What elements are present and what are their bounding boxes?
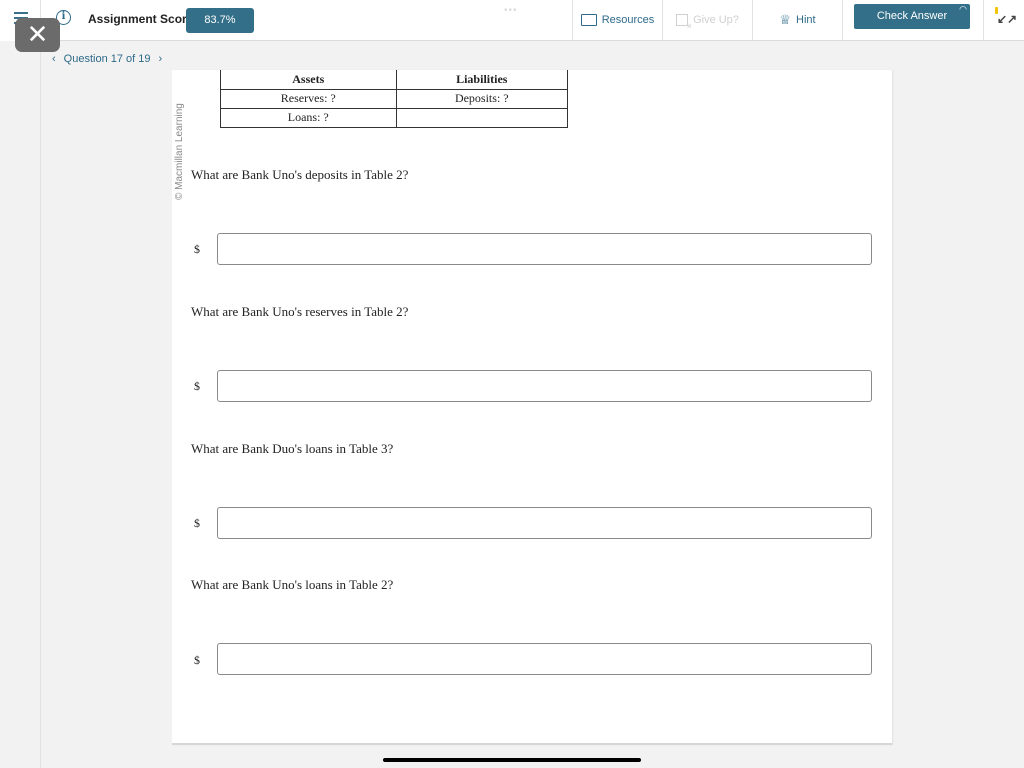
folder-icon <box>580 14 597 26</box>
question-counter[interactable]: Question 17 of 19 <box>64 53 151 65</box>
give-up-button[interactable]: Give Up? <box>662 0 752 40</box>
currency-label: $ <box>194 242 200 256</box>
table-cell: Deposits: ? <box>395 88 569 109</box>
prev-question-icon[interactable]: ‹ <box>52 53 56 65</box>
collapse-button[interactable]: ↙↗ <box>983 0 1024 40</box>
resources-label: Resources <box>601 14 655 26</box>
check-answer-label: Check Answer <box>876 10 948 22</box>
table-cell: Reserves: ? <box>220 88 397 109</box>
more-dots-icon: ••• <box>504 5 518 16</box>
resources-button[interactable]: Resources <box>572 0 662 40</box>
home-indicator-bar[interactable] <box>383 758 641 762</box>
question-navigator: ‹ Question 17 of 19 › <box>52 53 162 65</box>
hint-label: Hint <box>796 14 816 26</box>
close-button[interactable]: ✕ <box>15 18 60 52</box>
question-text: What are Bank Duo's loans in Table 3? <box>191 441 394 456</box>
next-question-icon[interactable]: › <box>159 53 163 65</box>
answer-input-reserves-uno[interactable] <box>217 370 872 402</box>
close-icon: ✕ <box>26 20 49 50</box>
question-text: What are Bank Uno's reserves in Table 2? <box>191 304 409 319</box>
table-row: Loans: ? <box>220 107 569 128</box>
currency-label: $ <box>194 379 200 393</box>
assignment-score-badge: 83.7% <box>186 8 254 33</box>
table-header: Liabilities <box>395 70 569 90</box>
assignment-score-label: Assignment Score: <box>88 12 198 26</box>
left-rail <box>0 0 41 768</box>
table-cell <box>395 107 569 128</box>
answer-input-loans-uno[interactable] <box>217 643 872 675</box>
answer-input-deposits-uno[interactable] <box>217 233 872 265</box>
collapse-arrows-icon: ↙↗ <box>997 12 1018 26</box>
hint-button[interactable]: ♕ Hint <box>752 0 842 40</box>
check-answer-button[interactable]: Check Answer ◠ <box>854 4 970 29</box>
table-cell: Loans: ? <box>220 107 397 128</box>
table-row: Reserves: ? Deposits: ? <box>220 88 569 109</box>
give-up-label: Give Up? <box>693 14 739 26</box>
answer-input-loans-duo[interactable] <box>217 507 872 539</box>
currency-label: $ <box>194 516 200 530</box>
table-header: Assets <box>220 70 397 90</box>
currency-label: $ <box>194 653 200 667</box>
question-text: What are Bank Uno's deposits in Table 2? <box>191 167 409 182</box>
balance-sheet-table: Assets Liabilities Reserves: ? Deposits:… <box>220 70 569 128</box>
copyright-label: © Macmillan Learning <box>174 103 185 200</box>
give-up-icon <box>676 14 692 31</box>
question-text: What are Bank Uno's loans in Table 2? <box>191 577 394 592</box>
lightbulb-icon: ♕ <box>779 12 792 27</box>
wifi-icon: ◠ <box>959 4 967 14</box>
table-header-row: Assets Liabilities <box>220 70 569 90</box>
